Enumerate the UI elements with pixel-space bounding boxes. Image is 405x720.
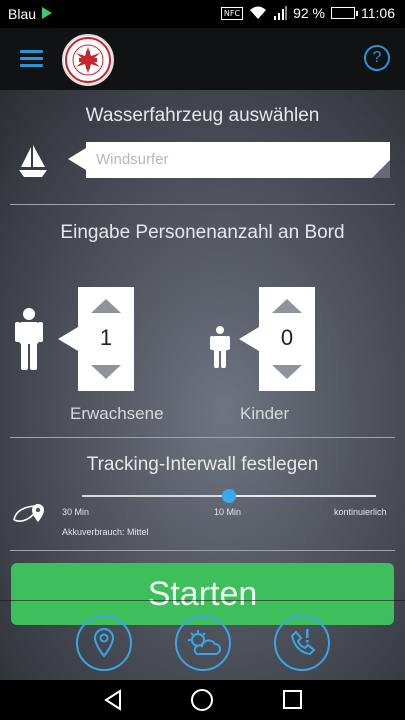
slider-thumb[interactable] <box>222 489 236 503</box>
recent-apps-icon[interactable] <box>283 690 302 709</box>
adult-increment-icon[interactable] <box>91 299 121 313</box>
home-icon[interactable] <box>191 689 213 711</box>
menu-icon <box>20 50 43 53</box>
child-label: Kinder <box>240 404 290 423</box>
app-bar: ? <box>0 28 405 90</box>
signal-icon <box>274 6 288 20</box>
menu-button[interactable] <box>20 50 43 67</box>
app-logo <box>62 34 114 86</box>
vessel-section-title: Wasserfahrzeug auswählen <box>85 105 320 126</box>
emergency-call-button[interactable] <box>274 615 330 671</box>
slider-tick-10min: 10 Min <box>214 507 242 517</box>
child-stepper[interactable]: 0 <box>259 287 315 391</box>
start-button-edge <box>0 600 405 601</box>
nfc-icon: NFC <box>220 6 244 20</box>
slider-tick-30min: 30 Min <box>62 507 90 517</box>
logo-emblem <box>65 37 111 83</box>
carrier-name: Blau <box>8 6 37 22</box>
status-bar: Blau NFC 92 % 11:06 <box>0 0 405 28</box>
location-button[interactable] <box>76 615 132 671</box>
battery-icon <box>331 7 358 19</box>
dropdown-corner-icon <box>372 160 390 178</box>
back-icon[interactable] <box>103 689 123 711</box>
menu-icon-line <box>20 64 43 67</box>
tracking-location-icon <box>13 504 44 522</box>
emergency-call-icon <box>290 629 316 656</box>
child-increment-icon[interactable] <box>272 299 302 313</box>
vessel-select-pointer <box>68 148 86 170</box>
help-button[interactable]: ? <box>364 45 390 71</box>
slider-fill <box>82 495 229 497</box>
child-stepper-pointer <box>239 327 259 351</box>
adult-person-icon <box>15 308 43 370</box>
vessel-select[interactable]: Windsurfer <box>68 142 390 178</box>
status-icons: NFC 92 % 11:06 <box>220 5 395 21</box>
clock: 11:06 <box>361 5 395 21</box>
adult-decrement-icon[interactable] <box>91 365 121 379</box>
tracking-section-title: Tracking-Interwall festlegen <box>86 454 319 475</box>
battery-usage-text: Akkuverbrauch: Mittel <box>62 527 149 537</box>
persons-section-title: Eingabe Personenanzahl an Bord <box>60 222 345 243</box>
main-content: Wasserfahrzeug auswählen Windsurfer Eing… <box>0 90 405 680</box>
wifi-icon <box>250 6 267 19</box>
child-person-icon <box>210 326 230 368</box>
tracking-interval-slider[interactable] <box>82 489 376 503</box>
weather-icon <box>188 630 221 655</box>
system-nav-bar <box>0 680 405 720</box>
adult-stepper[interactable]: 1 <box>78 287 134 391</box>
vessel-select-box[interactable]: Windsurfer <box>86 142 390 178</box>
child-decrement-icon[interactable] <box>272 365 302 379</box>
divider <box>10 204 395 205</box>
adult-stepper-pointer <box>58 327 78 351</box>
weather-button[interactable] <box>175 615 231 671</box>
divider <box>10 437 395 438</box>
sailboat-icon <box>19 145 47 177</box>
adult-label: Erwachsene <box>70 404 164 423</box>
battery-percent: 92 % <box>293 5 325 21</box>
child-count: 0 <box>280 325 294 350</box>
slider-tick-continuous: kontinuierlich <box>334 507 387 517</box>
adult-count: 1 <box>99 325 113 350</box>
menu-icon-line <box>20 57 43 60</box>
divider <box>10 550 395 551</box>
play-store-icon <box>42 7 52 19</box>
location-pin-icon <box>93 628 115 658</box>
vessel-select-placeholder: Windsurfer <box>96 151 169 168</box>
